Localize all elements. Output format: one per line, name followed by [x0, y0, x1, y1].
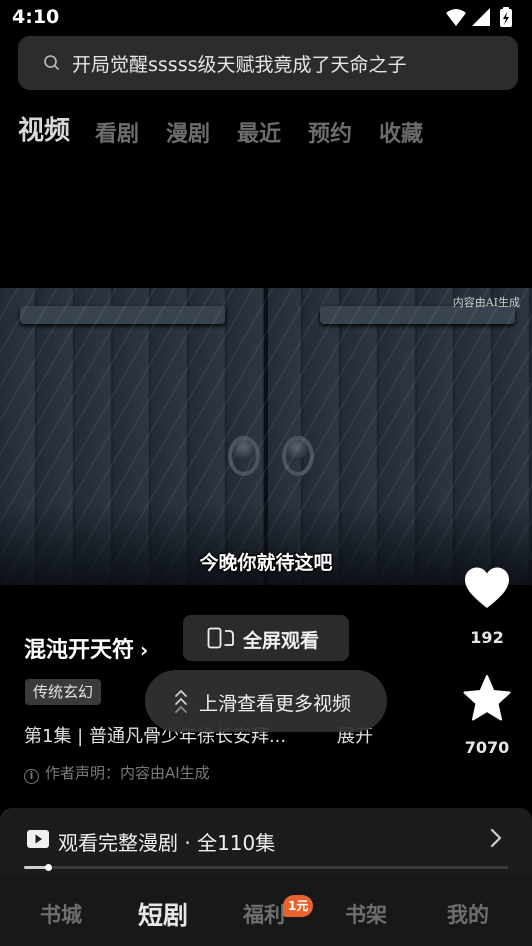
nav-short-drama[interactable]: 短剧 [138, 896, 188, 932]
series-title-link[interactable]: 混沌开天符 › [24, 632, 148, 664]
bottom-nav: 书城 短剧 福利 1元 书架 我的 [0, 874, 532, 946]
tab-favorites[interactable]: 收藏 [379, 116, 423, 148]
status-bar: 4:10 [0, 0, 532, 36]
chevron-right-icon [490, 828, 502, 848]
status-icons [446, 7, 512, 27]
welfare-badge: 1元 [283, 895, 314, 917]
swipe-up-hint: 上滑查看更多视频 [145, 670, 387, 732]
tab-watch-drama[interactable]: 看剧 [95, 116, 139, 148]
swipe-up-label: 上滑查看更多视频 [199, 693, 352, 715]
nav-bookstore[interactable]: 书城 [40, 899, 82, 929]
ai-watermark: 内容由AI生成 [452, 296, 520, 309]
battery-charging-icon [500, 7, 512, 27]
search-icon [44, 55, 59, 70]
tab-comic-drama[interactable]: 漫剧 [166, 116, 210, 148]
search-bar[interactable]: 开局觉醒sssss级天赋我竟成了天命之子 [18, 36, 518, 90]
double-chevron-up-icon [175, 689, 187, 713]
genre-tag[interactable]: 传统玄幻 [25, 679, 102, 705]
tab-reserved[interactable]: 预约 [308, 116, 352, 148]
full-series-bar[interactable]: 观看完整漫剧 · 全110集 [0, 808, 532, 874]
search-query: 开局觉醒sssss级天赋我竟成了天命之子 [72, 54, 407, 76]
like-count: 192 [470, 628, 504, 647]
episode-progress-thumb[interactable] [44, 864, 52, 871]
play-icon [27, 830, 49, 848]
info-icon: i [24, 769, 39, 784]
series-title: 混沌开天符 [24, 638, 135, 663]
ai-notice-text: 作者声明：内容由AI生成 [45, 764, 210, 782]
nav-welfare[interactable]: 福利 [243, 899, 285, 929]
status-time: 4:10 [12, 6, 60, 28]
ai-notice: i 作者声明：内容由AI生成 [24, 762, 210, 784]
star-icon[interactable] [462, 674, 512, 724]
tab-recent[interactable]: 最近 [237, 116, 281, 148]
tab-video[interactable]: 视频 [18, 110, 70, 147]
fullscreen-label: 全屏观看 [243, 630, 320, 652]
video-player[interactable]: 内容由AI生成 今晚你就待这吧 [0, 288, 532, 585]
heart-icon[interactable] [463, 566, 511, 610]
episode-progress-track[interactable] [24, 864, 508, 871]
video-subtitle: 今晚你就待这吧 [199, 552, 333, 574]
favorite-count: 7070 [464, 738, 510, 757]
rotate-fullscreen-icon [207, 627, 234, 649]
full-series-label: 观看完整漫剧 · 全110集 [58, 831, 276, 855]
wifi-icon [446, 9, 466, 26]
chevron-right-icon: › [140, 638, 149, 662]
signal-icon [472, 8, 490, 26]
nav-profile[interactable]: 我的 [447, 899, 489, 929]
nav-bookshelf[interactable]: 书架 [345, 899, 387, 929]
fullscreen-button[interactable]: 全屏观看 [183, 615, 349, 661]
